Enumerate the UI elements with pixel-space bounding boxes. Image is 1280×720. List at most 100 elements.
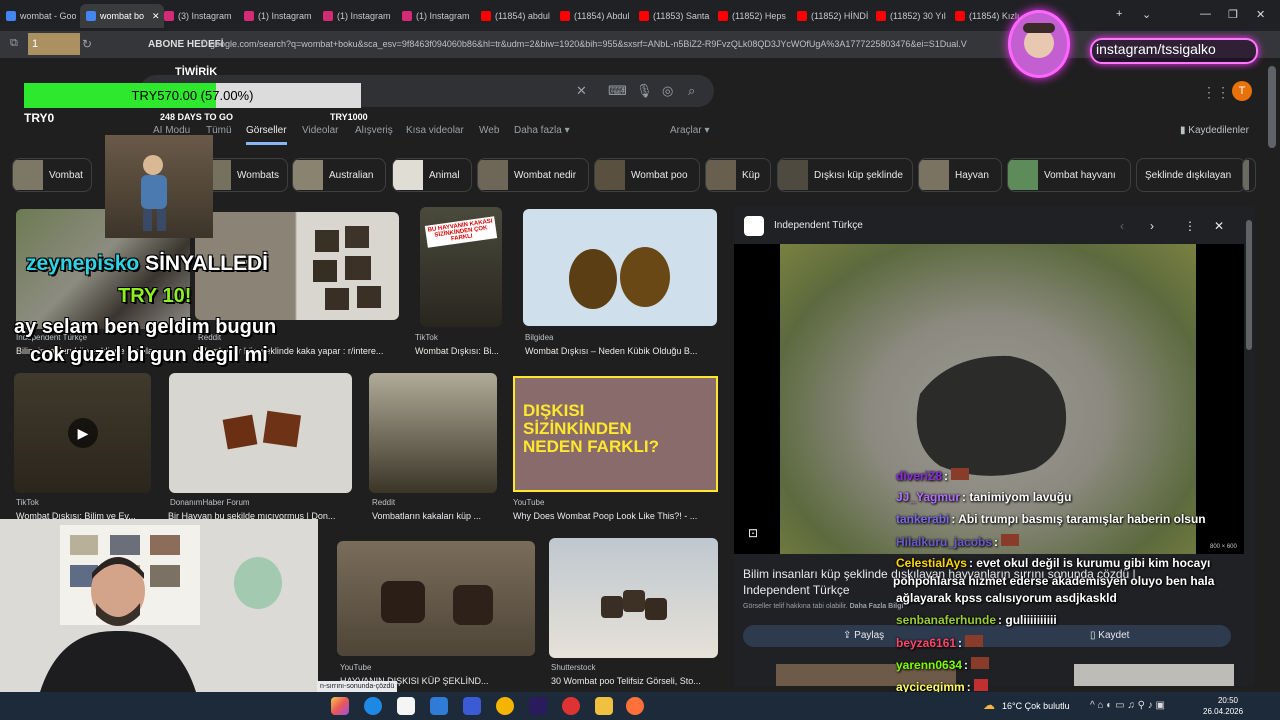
- result-image[interactable]: [169, 373, 352, 493]
- clear-search-icon[interactable]: ✕: [576, 83, 587, 99]
- more-options-icon[interactable]: ⋮: [1184, 219, 1196, 233]
- chip-animal[interactable]: Animal: [392, 158, 472, 192]
- lens-icon[interactable]: ◎: [662, 83, 673, 99]
- days-to-go: 248 DAYS TO GO: [160, 112, 234, 122]
- close-window-icon[interactable]: ✕: [1256, 8, 1265, 21]
- preview-image[interactable]: [780, 244, 1196, 554]
- chip-kup[interactable]: Küp: [705, 158, 771, 192]
- chip-vombat[interactable]: Vombat: [12, 158, 92, 192]
- preview-source[interactable]: Independent Türkçe: [774, 220, 863, 231]
- chip-vombat-hayvani[interactable]: Vombat hayvanı: [1007, 158, 1131, 192]
- result-source[interactable]: Shutterstock: [551, 663, 595, 672]
- result-caption[interactable]: Why Does Wombat Poop Look Like This?! - …: [513, 511, 713, 521]
- close-tab-icon[interactable]: ✕: [152, 11, 160, 22]
- chip-diskisi-kup-seklinde[interactable]: Dışkısı küp şeklinde: [777, 158, 913, 192]
- chip-australian[interactable]: Australian: [292, 158, 386, 192]
- browser-tab[interactable]: (3) Instagram: [164, 4, 240, 28]
- chrome-icon[interactable]: [496, 697, 514, 715]
- result-image[interactable]: BU HAYVANIN KAKASI SİZİNKİNDEN ÇOK FARKL…: [420, 207, 502, 327]
- result-image[interactable]: [369, 373, 497, 493]
- result-source[interactable]: TikTok: [16, 498, 39, 507]
- address-url[interactable]: google.com/search?q=wombat+boku&sca_esv=…: [210, 35, 1010, 53]
- browser-tab-active[interactable]: wombat bo ✕: [80, 4, 164, 28]
- clock-date[interactable]: 26.04.2026: [1203, 707, 1243, 716]
- next-arrow-icon[interactable]: ›: [1150, 219, 1154, 233]
- browser-tab[interactable]: (11854) Kızlık: [955, 4, 1019, 28]
- result-source[interactable]: Reddit: [372, 498, 395, 507]
- chip-wombats[interactable]: Wombats: [200, 158, 288, 192]
- minimize-icon[interactable]: —: [1200, 8, 1211, 20]
- tab-web[interactable]: Web: [479, 125, 499, 136]
- save-button[interactable]: ▯ Kaydet: [1090, 630, 1129, 641]
- mic-icon[interactable]: 🎙: [636, 83, 653, 99]
- chip-wombat-poo[interactable]: Wombat poo: [594, 158, 700, 192]
- chip-seklinde-diskilayan[interactable]: Şeklinde dışkılayan: [1136, 158, 1246, 192]
- lens-search-icon[interactable]: ⊡: [748, 526, 758, 540]
- result-source[interactable]: TikTok: [415, 333, 438, 342]
- maximize-icon[interactable]: ❐: [1228, 8, 1238, 21]
- tab-more[interactable]: Daha fazla ▾: [514, 125, 570, 136]
- result-source[interactable]: DonanımHaber Forum: [170, 498, 250, 507]
- result-caption[interactable]: Wombat Dışkısı: Bi...: [415, 346, 515, 356]
- browser-tab[interactable]: (11854) abdul: [481, 4, 557, 28]
- play-icon[interactable]: ▶: [68, 418, 98, 448]
- keyboard-icon[interactable]: ⌨: [608, 83, 627, 99]
- dropbox-icon[interactable]: [463, 697, 481, 715]
- copilot-icon[interactable]: [331, 697, 349, 715]
- site-info-icon[interactable]: ⊙: [200, 38, 208, 49]
- clock-time[interactable]: 20:50: [1213, 696, 1243, 705]
- weather-text[interactable]: 16°C Çok bulutlu: [1002, 701, 1070, 711]
- related-image[interactable]: [1074, 664, 1234, 686]
- tab-videos[interactable]: Videolar: [302, 125, 339, 136]
- page-scrollbar[interactable]: [1268, 66, 1276, 148]
- premiere-icon[interactable]: [529, 697, 547, 715]
- chip-overflow[interactable]: [1242, 158, 1256, 192]
- result-image[interactable]: [337, 541, 535, 656]
- panel-scrollbar[interactable]: [1246, 220, 1252, 350]
- new-tab-icon[interactable]: +: [1116, 8, 1122, 20]
- result-image[interactable]: [549, 538, 718, 658]
- browser-tab[interactable]: (11852) 30 Yıl: [876, 4, 952, 28]
- result-source[interactable]: Bilgidea: [525, 333, 553, 342]
- browser-tab[interactable]: (11852) Heps: [718, 4, 794, 28]
- result-source[interactable]: YouTube: [340, 663, 371, 672]
- tab-images[interactable]: Görseller: [246, 125, 287, 145]
- tab-shopping[interactable]: Alışveriş: [355, 125, 393, 136]
- result-caption[interactable]: Vombatların kakaları küp ...: [372, 511, 497, 521]
- result-image[interactable]: ▶: [14, 373, 151, 493]
- firefox-icon[interactable]: [626, 697, 644, 715]
- file-explorer-icon[interactable]: [595, 697, 613, 715]
- tools-button[interactable]: Araçlar ▾: [670, 125, 709, 136]
- weather-icon[interactable]: ☁: [983, 698, 995, 712]
- result-caption[interactable]: Wombat Dışkısı – Neden Kübik Olduğu B...: [525, 346, 715, 356]
- tab-list-icon[interactable]: ⌄: [1142, 8, 1151, 21]
- browser-tab[interactable]: (11854) Abdul: [560, 4, 636, 28]
- saved-button[interactable]: ▮ Kaydedilenler: [1180, 125, 1249, 136]
- chip-wombat-nedir[interactable]: Wombat nedir: [477, 158, 589, 192]
- mail-icon[interactable]: [430, 697, 448, 715]
- share-button[interactable]: ⇪ Paylaş: [843, 630, 884, 641]
- result-image[interactable]: DIŞKISI SİZİNKİNDEN NEDEN FARKLI?: [513, 376, 718, 492]
- edge-icon[interactable]: [364, 697, 382, 715]
- browser-tab[interactable]: wombat - Goo: [6, 4, 76, 28]
- reload-icon[interactable]: ↻: [82, 37, 92, 51]
- chip-hayvan[interactable]: Hayvan: [918, 158, 1002, 192]
- result-caption[interactable]: 30 Wombat poo Telifsiz Görseli, Sto...: [551, 676, 716, 686]
- result-source[interactable]: YouTube: [513, 498, 544, 507]
- search-icon[interactable]: ⌕: [688, 83, 695, 99]
- apps-grid-icon[interactable]: ⋮⋮: [1202, 84, 1230, 101]
- browser-tab[interactable]: (11853) Santa: [639, 4, 715, 28]
- store-icon[interactable]: [397, 697, 415, 715]
- account-avatar[interactable]: T: [1232, 81, 1252, 101]
- result-image[interactable]: [523, 209, 717, 326]
- obs-icon[interactable]: [562, 697, 580, 715]
- browser-tab[interactable]: (1) Instagram: [244, 4, 320, 28]
- browser-tab[interactable]: (1) Instagram: [402, 4, 478, 28]
- tray-icons[interactable]: ^ ⌂ ◐ ▭ ♫ ⚲ ♪ ▣: [1090, 700, 1165, 711]
- browser-tab[interactable]: (1) Instagram: [323, 4, 399, 28]
- prev-arrow-icon[interactable]: ‹: [1120, 219, 1124, 233]
- close-preview-icon[interactable]: ✕: [1214, 219, 1224, 233]
- tab-short-videos[interactable]: Kısa videolar: [406, 125, 464, 136]
- browser-tab[interactable]: (11852) HİNDİ: [797, 4, 873, 28]
- preview-title-2[interactable]: Independent Türkçe: [743, 583, 850, 597]
